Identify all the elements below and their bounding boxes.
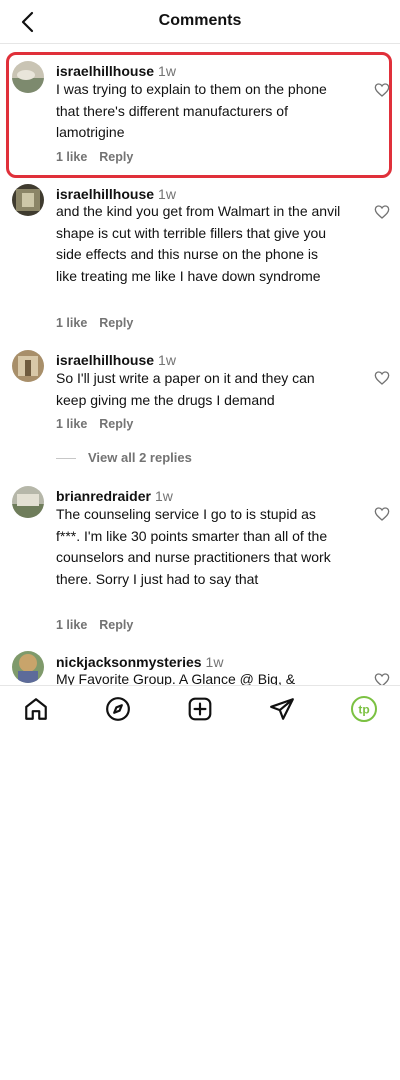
comments-list[interactable]: israelhillhouse 1w I was trying to explai… [0,44,400,685]
like-count[interactable]: 1 like [56,150,87,164]
timestamp: 1w [205,654,224,670]
bottom-navbar: tp [0,685,400,731]
comment-actions: 1 like Reply [56,150,145,164]
header-bar: Comments [0,0,400,44]
direct-send-icon[interactable] [269,696,295,722]
reply-button[interactable]: Reply [99,150,133,164]
username[interactable]: nickjacksonmysteries [56,654,202,670]
username[interactable]: israelhillhouse [56,63,154,79]
timestamp: 1w [154,488,173,504]
comment-text: My Favorite Group. A Glance @ Big, & [56,671,296,685]
timestamp: 1w [158,63,176,79]
avatar[interactable] [12,61,44,93]
profile-initials: tp [358,703,369,717]
view-replies-label: View all 2 replies [88,450,192,465]
username[interactable]: brianredraider [56,488,151,504]
like-count[interactable]: 1 like [56,316,87,330]
username[interactable]: israelhillhouse [56,186,154,202]
like-count[interactable]: 1 like [56,618,87,632]
comment-header: brianredraider 1w [56,487,173,505]
home-icon[interactable] [23,696,49,722]
heart-icon[interactable] [374,506,390,522]
profile-avatar-icon[interactable]: tp [351,696,377,722]
page-title: Comments [158,12,242,29]
comment-text: I was trying to explain to them on the p… [56,81,327,141]
create-plus-icon[interactable] [187,696,213,722]
timestamp: 1w [158,186,176,202]
comment-actions: 1 like Reply [56,417,145,431]
replies-divider-line [56,458,76,460]
heart-icon[interactable] [374,204,390,220]
comment-text: and the kind you get from Walmart in the… [56,203,341,284]
comment-actions: 1 like Reply [56,618,145,632]
comment-text: The counseling service I go to is stupid… [56,506,331,587]
like-count[interactable]: 1 like [56,417,87,431]
heart-icon[interactable] [374,82,390,98]
comment-actions: 1 like Reply [56,316,145,330]
heart-icon[interactable] [374,672,390,685]
heart-icon[interactable] [374,370,390,386]
timestamp: 1w [158,352,176,368]
comment-header: israelhillhouse 1w [56,62,176,80]
view-replies-button[interactable]: View all 2 replies [56,450,192,465]
avatar[interactable] [12,350,44,382]
username[interactable]: israelhillhouse [56,352,154,368]
reply-button[interactable]: Reply [99,316,133,330]
reply-button[interactable]: Reply [99,618,133,632]
comment-text: So I'll just write a paper on it and the… [56,370,315,408]
avatar[interactable] [12,184,44,216]
avatar[interactable] [12,651,44,683]
comment-header: israelhillhouse 1w [56,351,176,369]
avatar[interactable] [12,486,44,518]
explore-compass-icon[interactable] [105,696,131,722]
reply-button[interactable]: Reply [99,417,133,431]
